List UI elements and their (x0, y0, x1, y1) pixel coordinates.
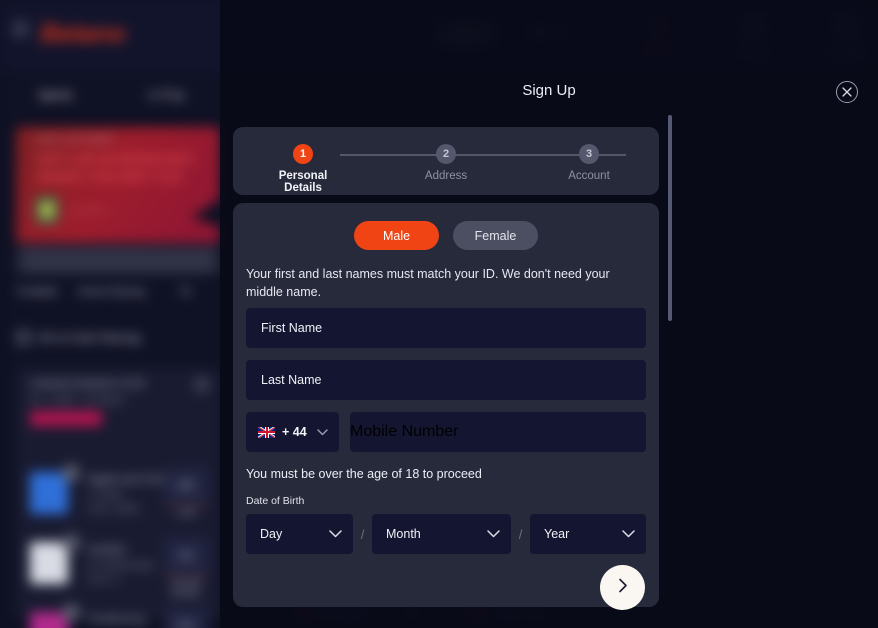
bg-runner-name: Nights And Time (88, 474, 169, 486)
dob-label: Date of Birth (246, 495, 305, 507)
dob-day-value: Day (260, 527, 283, 541)
bg-event-subtitle: 2m · £1199 · 12 Players (30, 395, 126, 405)
bg-category-tennis[interactable]: Te (148, 286, 222, 308)
mobile-number-field[interactable]: Mobile Number (350, 412, 646, 452)
modal-header: Sign Up (220, 0, 878, 114)
app-root: Betano Log In Sign Up ♛ Sports In-Play M… (0, 0, 878, 628)
bg-runner-number (62, 534, 80, 552)
step-personal-details[interactable]: 1 Personal Details (266, 144, 340, 194)
hamburger-icon[interactable] (12, 22, 29, 36)
bg-tab-inplay[interactable]: In-Play (111, 88, 222, 120)
bg-promo-banner[interactable]: NEW CUSTOMER GET £30 IN BONUSES WHEN YOU… (16, 127, 220, 243)
bg-category-horse-racing[interactable]: Horse Racing (74, 286, 148, 308)
bg-category-tabs: Football Horse Racing Te (0, 286, 222, 308)
bg-event-badge (30, 411, 102, 426)
bg-promo-cta[interactable]: Join Now (68, 205, 105, 215)
bg-runner-odds-alt: 13/8 (176, 508, 196, 519)
bg-tab-sports[interactable]: Sports (0, 88, 111, 120)
personal-details-form: Male Female Your first and last names mu… (233, 203, 659, 610)
step-2-label: Address (424, 170, 468, 182)
page-title: Sign Up (522, 82, 576, 99)
brand-logo: Betano (40, 18, 126, 48)
horse-racing-icon (16, 330, 31, 345)
dob-day-select[interactable]: Day (246, 514, 353, 554)
country-code-select[interactable]: + 44 (246, 412, 339, 452)
dob-year-select[interactable]: Year (530, 514, 646, 554)
modal-scrollbar-thumb[interactable] (668, 115, 672, 321)
bg-promo-terms (16, 246, 220, 274)
bg-runner-odds[interactable]: 6/4 (164, 608, 208, 628)
chevron-down-icon (317, 423, 328, 441)
step-account[interactable]: 3 Account (552, 144, 626, 182)
dob-year-value: Year (544, 527, 570, 541)
step-3-label: Account (568, 170, 610, 182)
bg-runner-jockey: J I Dolan (88, 490, 124, 500)
bg-runner-name: Hurlster (88, 544, 127, 556)
bg-event-title: Listowel (Ireland) 13:30 (30, 378, 145, 390)
gender-female-button[interactable]: Female (453, 221, 538, 250)
dob-month-value: Month (386, 527, 421, 541)
gender-toggle: Male Female (233, 221, 659, 250)
bg-runner-number (62, 604, 80, 622)
bg-runner-number (62, 464, 80, 482)
bg-tabs: Sports In-Play (0, 88, 222, 120)
first-name-placeholder: First Name (261, 321, 323, 335)
phone-row: + 44 Mobile Number (246, 412, 646, 452)
bg-runner-divider (164, 506, 208, 507)
step-3-badge: 3 (579, 144, 599, 164)
stepper-panel: 1 Personal Details 2 Address 3 Account (233, 127, 659, 195)
bg-event-card: Listowel (Ireland) 13:30 2m · £1199 · 12… (16, 368, 220, 628)
silk-icon (30, 472, 68, 514)
next-step-button[interactable] (600, 565, 645, 610)
last-name-placeholder: Last Name (261, 373, 322, 387)
silk-icon (30, 542, 68, 584)
bg-runner-odds[interactable]: 8/9 (164, 468, 208, 504)
chevron-down-icon (622, 525, 635, 543)
dob-row: Day / Month / Year (246, 514, 646, 554)
age-requirement-text: You must be over the age of 18 to procee… (246, 467, 482, 481)
step-1-label: Personal Details (278, 170, 328, 194)
signup-stepper: 1 Personal Details 2 Address 3 Account (233, 144, 659, 194)
signup-modal: Sign Up 1 Personal Details 2 Address 3 A… (220, 0, 878, 628)
dob-separator: / (518, 526, 523, 542)
chevron-right-icon (618, 578, 628, 598)
bg-runner-row[interactable]: Nights And Time J I Dolan Form: 10250 8/… (16, 456, 220, 536)
bg-runner-form: Form: 10250 (88, 504, 140, 514)
bg-promo-headline: GET £30 IN BONUSES WHEN YOU BET £10 (36, 151, 194, 186)
bg-runner-odds[interactable]: 3/1 (164, 538, 208, 574)
bg-section-title: UK & Irish Racing (38, 330, 141, 345)
uk-flag-icon (258, 426, 275, 438)
name-hint-text: Your first and last names must match you… (246, 267, 610, 299)
bg-runner-name: Finalfurlong (88, 614, 146, 626)
last-name-field[interactable]: Last Name (246, 360, 646, 400)
clock-icon (195, 378, 208, 391)
chevron-down-icon (329, 525, 342, 543)
step-1-badge: 1 (293, 144, 313, 164)
bg-runner-row[interactable]: Hurlster S P McDonough Form: 3 3/1 SHOW … (16, 526, 220, 606)
bg-runner-divider (164, 576, 208, 577)
gender-male-button[interactable]: Male (354, 221, 439, 250)
bg-promo-kicker: NEW CUSTOMER (36, 135, 115, 144)
bg-runner-odds-alt: SHOW MORE (170, 578, 202, 600)
bg-runner-jockey: S P McDonough (88, 560, 154, 570)
mobile-number-placeholder: Mobile Number (350, 423, 459, 440)
dob-separator: / (360, 526, 365, 542)
coin-icon (36, 197, 58, 223)
step-address[interactable]: 2 Address (409, 144, 483, 182)
chevron-down-icon (487, 525, 500, 543)
dob-month-select[interactable]: Month (372, 514, 511, 554)
bg-runner-row[interactable]: Finalfurlong 6/4 (16, 596, 220, 628)
close-icon[interactable] (836, 81, 858, 103)
country-code-value: + 44 (282, 425, 307, 439)
step-2-badge: 2 (436, 144, 456, 164)
bg-runner-form: Form: 3 (88, 574, 120, 584)
bg-category-football[interactable]: Football (0, 286, 74, 308)
first-name-field[interactable]: First Name (246, 308, 646, 348)
bg-section-header: UK & Irish Racing (16, 330, 141, 345)
